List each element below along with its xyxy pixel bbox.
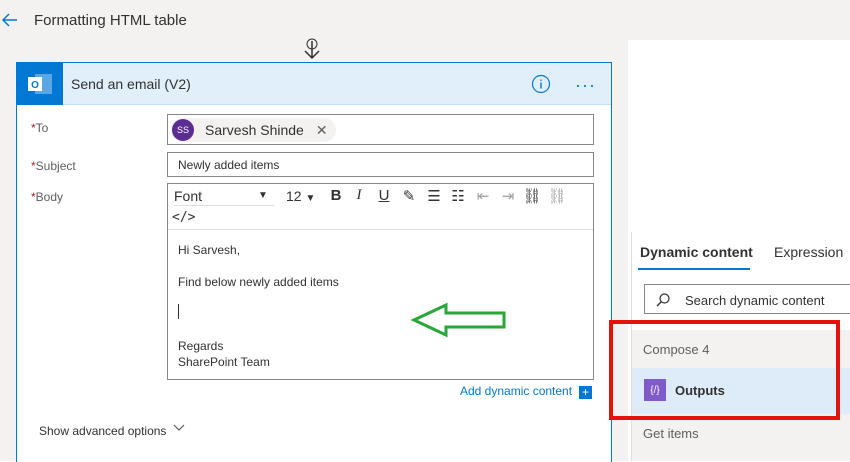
font-size-dropdown[interactable]: 12 ▼ <box>286 188 315 204</box>
send-email-card: O Send an email (V2) ··· *To SS Sarvesh … <box>16 62 612 462</box>
connector-arrow-icon <box>304 38 320 60</box>
search-dynamic-content-input[interactable]: Search dynamic content <box>644 284 850 314</box>
link-icon[interactable]: ⛓ <box>522 187 542 205</box>
highlight-box <box>609 320 840 420</box>
highlight-pen-icon[interactable]: ✎ <box>399 187 419 205</box>
subject-label: *Subject <box>31 159 76 173</box>
card-header[interactable]: O Send an email (V2) ··· <box>17 63 611 105</box>
tab-dynamic-content[interactable]: Dynamic content <box>640 244 753 260</box>
info-icon[interactable] <box>531 74 551 94</box>
code-view-icon[interactable]: </> <box>172 210 195 225</box>
outdent-icon[interactable]: ⇤ <box>473 187 493 205</box>
search-placeholder: Search dynamic content <box>685 293 825 308</box>
add-dynamic-content-link[interactable]: Add dynamic content <box>460 384 572 398</box>
search-icon <box>656 293 670 307</box>
rich-text-toolbar: Font ▼ 12 ▼ B I U ✎ ☰ ☷ ⇤ ⇥ ⛓ ⛓ </> <box>168 184 593 230</box>
body-line-greeting: Hi Sarvesh, <box>178 243 241 257</box>
remove-recipient-icon[interactable]: ✕ <box>316 122 328 139</box>
to-label: *To <box>31 121 49 135</box>
active-tab-indicator <box>638 268 750 270</box>
card-title: Send an email (V2) <box>71 76 191 92</box>
text-cursor <box>178 304 179 319</box>
recipient-name: Sarvesh Shinde <box>205 122 304 138</box>
more-options-icon[interactable]: ··· <box>575 75 599 95</box>
add-dynamic-content-icon[interactable]: + <box>579 386 592 399</box>
recipient-chip: SS Sarvesh Shinde ✕ <box>171 118 336 142</box>
underline-icon[interactable]: U <box>374 187 394 204</box>
body-label: *Body <box>31 190 64 204</box>
outlook-icon: O <box>17 63 63 105</box>
body-line-intro: Find below newly added items <box>178 275 339 289</box>
svg-text:O: O <box>31 80 39 91</box>
body-text: Hi Sarvesh, Find below newly added items… <box>178 242 339 370</box>
italic-icon[interactable]: I <box>349 187 369 204</box>
unlink-icon[interactable]: ⛓ <box>547 187 567 205</box>
chevron-down-icon[interactable] <box>172 421 186 435</box>
bullet-list-icon[interactable]: ☰ <box>424 187 444 205</box>
tab-expression[interactable]: Expression <box>774 244 843 260</box>
body-line-team: SharePoint Team <box>178 355 270 369</box>
font-caret-icon: ▼ <box>258 190 268 201</box>
flow-title: Formatting HTML table <box>34 12 187 29</box>
subject-field[interactable]: Newly added items <box>167 152 594 177</box>
group-get-items: Get items <box>632 414 850 461</box>
subject-value: Newly added items <box>178 158 280 172</box>
indent-icon[interactable]: ⇥ <box>498 187 518 205</box>
body-editor[interactable]: Font ▼ 12 ▼ B I U ✎ ☰ ☷ ⇤ ⇥ ⛓ ⛓ </> Hi S… <box>167 183 594 380</box>
annotation-arrow-icon <box>410 302 506 338</box>
body-line-regards: Regards <box>178 339 224 353</box>
numbered-list-icon[interactable]: ☷ <box>448 187 468 205</box>
to-field[interactable]: SS Sarvesh Shinde ✕ <box>167 114 594 145</box>
bold-icon[interactable]: B <box>326 187 346 204</box>
back-arrow-icon[interactable] <box>0 10 20 30</box>
top-bar: Formatting HTML table <box>0 0 850 40</box>
show-advanced-options[interactable]: Show advanced options <box>39 424 166 438</box>
avatar: SS <box>172 119 194 141</box>
